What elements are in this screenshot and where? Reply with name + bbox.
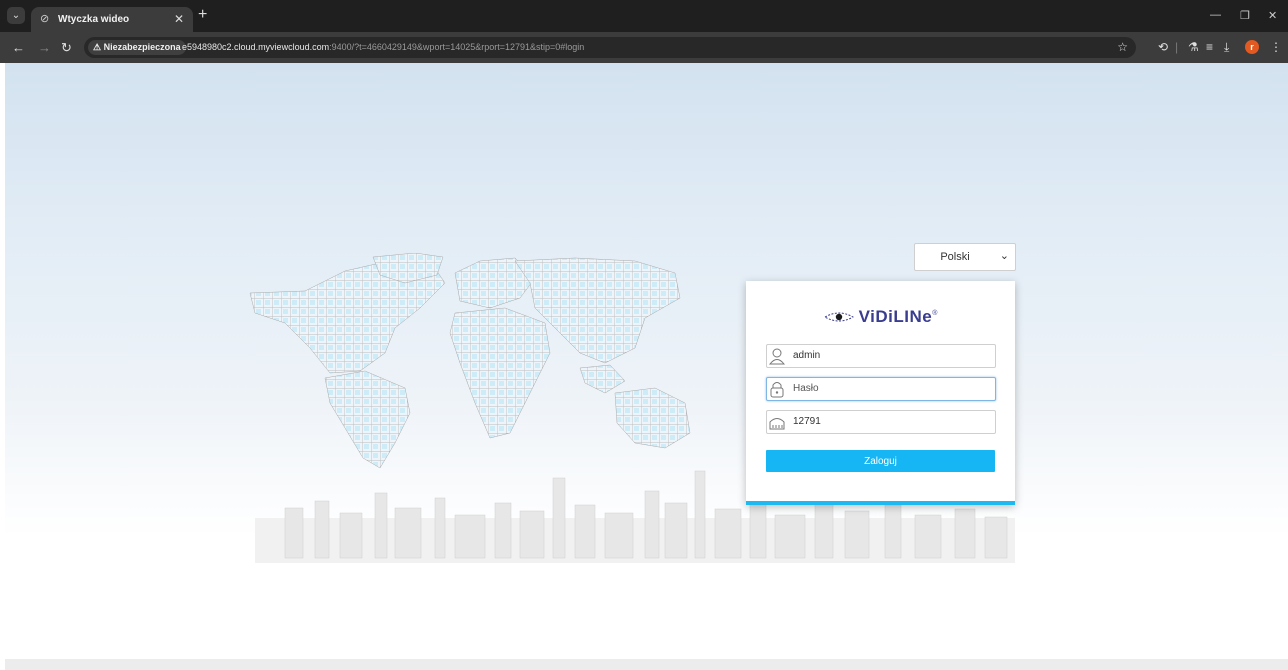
security-chip[interactable]: ⚠ Niezabezpieczona: [88, 40, 186, 55]
address-bar[interactable]: ⚠ Niezabezpieczona e5948980c2.cloud.myvi…: [84, 37, 1136, 58]
new-tab-button[interactable]: +: [198, 6, 207, 24]
port-field[interactable]: 12791: [766, 410, 996, 434]
tab-title: Wtyczka wideo: [58, 14, 130, 25]
bookmark-star-icon[interactable]: ☆: [1117, 40, 1128, 54]
minimize-icon[interactable]: —: [1210, 9, 1221, 21]
menu-kebab-icon[interactable]: ⋮: [1270, 40, 1282, 54]
security-label: Niezabezpieczona: [103, 42, 181, 52]
download-icon[interactable]: ⤓: [1224, 40, 1229, 55]
window-close-icon[interactable]: ✕: [1268, 9, 1277, 22]
port-value: 12791: [793, 416, 821, 427]
chevron-down-icon: ⌄: [999, 250, 1009, 262]
reading-list-icon[interactable]: ≡: [1206, 40, 1213, 54]
language-select[interactable]: Polski ⌄: [914, 243, 1016, 271]
browser-toolbar: ← → ↻ ⚠ Niezabezpieczona e5948980c2.clou…: [0, 32, 1288, 63]
password-placeholder: Hasło: [793, 383, 819, 394]
brand-name: ViDiLINe: [858, 307, 933, 326]
browser-tab[interactable]: ⊘ Wtyczka wideo ✕: [31, 7, 193, 32]
network-port-icon: [768, 412, 786, 432]
footer-strip: [5, 659, 1288, 670]
toolbar-divider: |: [1175, 40, 1179, 54]
extensions-icon[interactable]: ⟲: [1158, 40, 1168, 54]
url-text: e5948980c2.cloud.myviewcloud.com:9400/?t…: [182, 42, 584, 52]
reload-icon[interactable]: ↻: [61, 40, 72, 56]
username-value: admin: [793, 350, 821, 361]
restore-icon[interactable]: ❐: [1240, 9, 1250, 22]
labs-flask-icon[interactable]: ⚗: [1188, 40, 1199, 54]
url-path: :9400/?t=4660429149&wport=14025&rport=12…: [329, 42, 585, 52]
user-icon: [768, 346, 788, 366]
back-icon[interactable]: ←: [12, 40, 25, 55]
login-button[interactable]: Zaloguj: [766, 450, 995, 472]
lock-icon: [768, 379, 786, 399]
password-field[interactable]: Hasło: [766, 377, 996, 401]
eye-logo-icon: [823, 312, 854, 322]
login-panel: ViDiLINe® admin Hasło 12791 Zaloguj: [746, 281, 1015, 505]
forward-icon[interactable]: →: [38, 40, 51, 55]
tab-search-icon[interactable]: ⌄: [7, 7, 25, 24]
brand-registered-mark: ®: [932, 309, 938, 317]
brand-logo: ViDiLINe®: [746, 307, 1015, 327]
url-host: e5948980c2.cloud.myviewcloud.com: [182, 42, 330, 52]
username-field[interactable]: admin: [766, 344, 996, 368]
globe-icon: ⊘: [40, 13, 50, 25]
browser-tab-bar: ⌄ ⊘ Wtyczka wideo ✕ + — ❐ ✕: [0, 0, 1288, 32]
page-background: Polski ⌄ ViDiLINe® admin Hasło 12791 Zal…: [5, 63, 1288, 670]
warning-icon: ⚠: [93, 42, 104, 52]
tab-close-icon[interactable]: ✕: [174, 12, 184, 26]
profile-avatar[interactable]: r: [1245, 40, 1259, 54]
language-value: Polski: [940, 251, 970, 263]
